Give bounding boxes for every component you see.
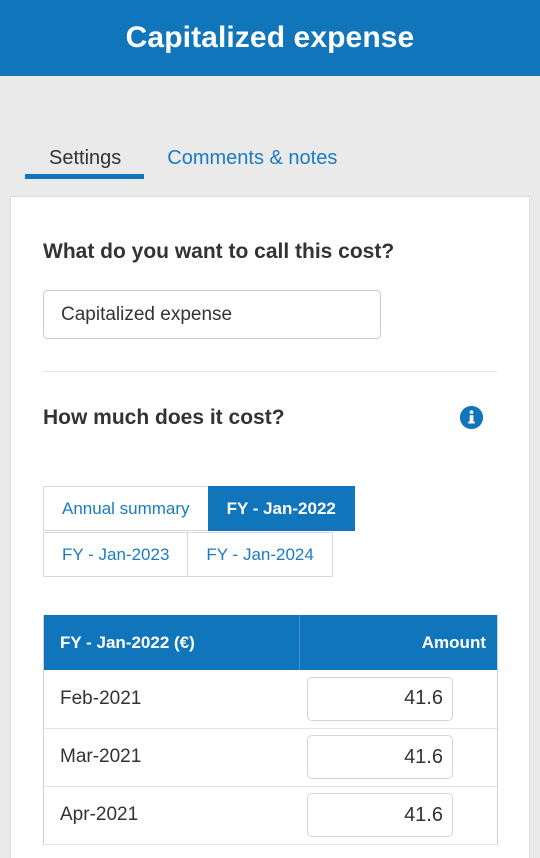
amount-input[interactable] bbox=[307, 735, 453, 779]
amounts-table-head: FY - Jan-2022 (€) Amount bbox=[44, 615, 497, 670]
tab-comments-and-notes[interactable]: Comments & notes bbox=[144, 148, 360, 179]
amounts-table-body: Feb-2021 Mar-2021 Apr-2021 bbox=[44, 670, 497, 845]
info-icon[interactable] bbox=[460, 406, 483, 429]
period-tab-fy-jan-2022[interactable]: FY - Jan-2022 bbox=[207, 486, 355, 531]
cost-name-section: What do you want to call this cost? bbox=[11, 197, 529, 339]
period-tab-fy-jan-2023-label: FY - Jan-2023 bbox=[62, 545, 170, 564]
cell-amount bbox=[299, 786, 497, 845]
nav-tab-strip: Settings Comments & notes bbox=[0, 76, 540, 191]
column-header-amount: Amount bbox=[299, 615, 497, 670]
table-row: Mar-2021 bbox=[44, 728, 497, 787]
amounts-table: FY - Jan-2022 (€) Amount Feb-2021 Mar-20… bbox=[44, 615, 497, 845]
cost-name-input[interactable] bbox=[43, 290, 381, 339]
tab-settings[interactable]: Settings bbox=[25, 147, 145, 179]
table-row: Feb-2021 bbox=[44, 670, 497, 729]
cell-period: Apr-2021 bbox=[44, 786, 299, 845]
period-tab-fy-jan-2022-label: FY - Jan-2022 bbox=[226, 499, 336, 518]
period-tab-annual-summary-label: Annual summary bbox=[62, 499, 190, 518]
title-bar: Capitalized expense bbox=[0, 0, 540, 76]
page-title: Capitalized expense bbox=[125, 21, 415, 54]
amounts-table-wrapper: FY - Jan-2022 (€) Amount Feb-2021 Mar-20… bbox=[43, 615, 498, 845]
tab-comments-and-notes-label: Comments & notes bbox=[167, 147, 338, 169]
amount-input[interactable] bbox=[307, 676, 453, 721]
column-header-period: FY - Jan-2022 (€) bbox=[44, 615, 300, 670]
cost-amount-question: How much does it cost? bbox=[43, 406, 285, 429]
settings-card: What do you want to call this cost? How … bbox=[10, 196, 530, 858]
tab-settings-label: Settings bbox=[49, 147, 122, 169]
cost-amount-section: How much does it cost? bbox=[11, 372, 529, 429]
cell-period: Feb-2021 bbox=[44, 670, 299, 729]
table-header-row: FY - Jan-2022 (€) Amount bbox=[44, 615, 497, 670]
period-tab-fy-jan-2024[interactable]: FY - Jan-2024 bbox=[187, 532, 333, 577]
cost-name-question: What do you want to call this cost? bbox=[43, 240, 395, 263]
period-tab-annual-summary[interactable]: Annual summary bbox=[43, 486, 209, 531]
period-tab-fy-jan-2023[interactable]: FY - Jan-2023 bbox=[43, 532, 189, 577]
table-row: Apr-2021 bbox=[44, 786, 497, 845]
amount-input[interactable] bbox=[307, 793, 453, 837]
period-tab-fy-jan-2024-label: FY - Jan-2024 bbox=[206, 545, 314, 564]
cell-period: Mar-2021 bbox=[44, 728, 299, 787]
period-tab-group: Annual summary FY - Jan-2022 FY - Jan-20… bbox=[43, 486, 475, 578]
app-root: Capitalized expense Settings Comments & … bbox=[0, 0, 540, 858]
cell-amount bbox=[299, 728, 497, 787]
cell-amount bbox=[299, 670, 497, 729]
